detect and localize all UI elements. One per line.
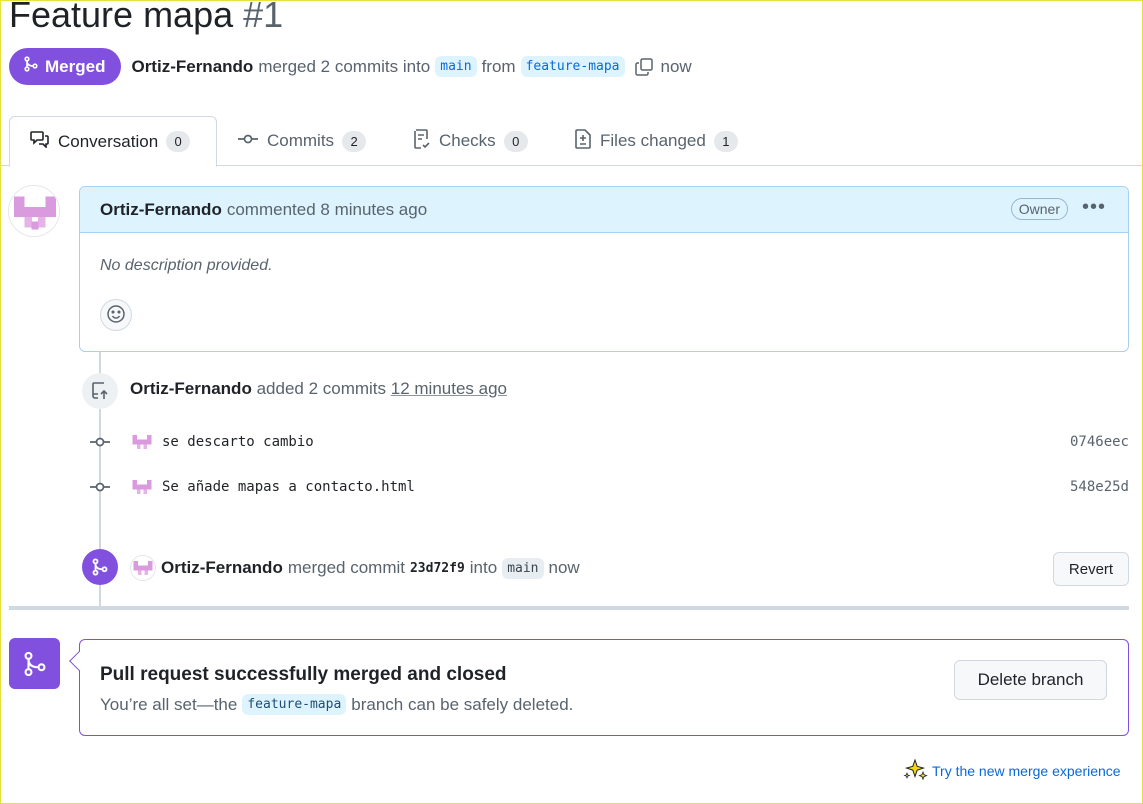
pr-number: #1: [243, 0, 284, 35]
avatar[interactable]: [130, 475, 154, 499]
merge-event-time: now: [548, 558, 580, 577]
merge-status-box: Pull request successfully merged and clo…: [69, 639, 1129, 736]
checklist-icon: [413, 128, 431, 154]
revert-button[interactable]: Revert: [1053, 552, 1129, 586]
merge-status-heading: Pull request successfully merged and clo…: [100, 664, 507, 685]
tab-files-changed[interactable]: Files changed 1: [574, 116, 738, 166]
page-title: Feature mapa #1: [9, 0, 283, 36]
into-text: into: [469, 558, 498, 577]
delete-branch-button[interactable]: Delete branch: [954, 660, 1107, 700]
base-branch-chip[interactable]: main: [435, 56, 477, 77]
commit-icon: [86, 435, 114, 449]
merge-action: merged commit: [287, 558, 405, 577]
event-author-link[interactable]: Ortiz-Fernando: [130, 379, 252, 398]
sparkle-icon: [903, 757, 929, 785]
tab-conversation-count: 0: [166, 131, 191, 152]
merge-sub-suffix: branch can be safely deleted.: [351, 694, 574, 714]
smiley-icon: [106, 304, 126, 327]
copy-icon[interactable]: [634, 57, 654, 77]
tab-commits[interactable]: Commits 2: [237, 116, 367, 166]
comment-author-link[interactable]: Ortiz-Fernando: [100, 200, 222, 220]
file-diff-icon: [574, 128, 592, 154]
merged-status-label: Merged: [45, 56, 106, 76]
head-branch-chip[interactable]: feature-mapa: [520, 56, 625, 77]
commit-icon: [237, 131, 259, 151]
pr-tabs: Conversation 0 Commits 2 Checks 0 Files …: [0, 116, 1143, 167]
tab-files-changed-count: 1: [713, 130, 738, 152]
merge-time: now: [660, 56, 692, 76]
tab-commits-count: 2: [342, 130, 367, 152]
pr-meta-row: Merged Ortiz-Fernando merged 2 commits i…: [9, 48, 692, 85]
commits-added-event: Ortiz-Fernando added 2 commits 12 minute…: [130, 379, 507, 399]
tab-checks-count: 0: [503, 130, 528, 152]
tab-checks[interactable]: Checks 0: [413, 116, 528, 166]
tab-commits-label: Commits: [267, 131, 335, 150]
merge-summary-text: merged 2 commits into: [258, 56, 431, 76]
merge-status-subtext: You’re all set—the feature-mapa branch c…: [100, 694, 573, 715]
tab-conversation[interactable]: Conversation 0: [9, 116, 217, 167]
avatar[interactable]: [8, 185, 60, 237]
avatar[interactable]: [130, 555, 156, 581]
commit-sha-link[interactable]: 0746eec: [1070, 434, 1129, 450]
merged-status-badge: Merged: [9, 48, 122, 85]
comment-box: Ortiz-Fernando commented 8 minutes ago O…: [79, 186, 1129, 352]
comment-action: commented 8 minutes ago: [226, 199, 428, 219]
from-text: from: [481, 56, 516, 76]
add-reaction-button[interactable]: [100, 299, 132, 331]
merge-sub-prefix: You’re all set—the: [100, 694, 238, 714]
avatar[interactable]: [130, 430, 154, 454]
merge-icon: [23, 56, 39, 77]
list-item: Se añade mapas a contacto.html 548e25d: [86, 473, 1129, 501]
owner-badge: Owner: [1010, 198, 1068, 220]
commit-sha-link[interactable]: 548e25d: [1070, 479, 1129, 495]
merge-status-icon: [9, 638, 60, 689]
tab-conversation-label: Conversation: [58, 131, 159, 151]
comment-body: No description provided.: [100, 257, 273, 274]
tab-files-changed-label: Files changed: [600, 131, 706, 150]
event-time-link[interactable]: 12 minutes ago: [391, 379, 507, 398]
repo-push-icon: [82, 373, 118, 409]
merge-summary: Ortiz-Fernando merged 2 commits into mai…: [131, 56, 692, 77]
list-item: se descarto cambio 0746eec: [86, 428, 1129, 456]
conversation-icon: [30, 130, 50, 153]
commit-message-link[interactable]: Se añade mapas a contacto.html: [162, 479, 415, 495]
tab-checks-label: Checks: [439, 131, 496, 150]
pr-title: Feature mapa: [9, 0, 234, 35]
commit-icon: [86, 480, 114, 494]
merge-box-pointer: [69, 651, 89, 671]
merge-branch-chip[interactable]: main: [502, 557, 544, 579]
event-action: added 2 commits: [256, 379, 387, 398]
commit-message-link[interactable]: se descarto cambio: [162, 434, 314, 450]
merge-event-icon: [82, 549, 118, 585]
merge-commit-sha-link[interactable]: 23d72f9: [410, 561, 465, 576]
try-new-merge-link[interactable]: Try the new merge experience: [903, 757, 1121, 785]
try-new-merge-label: Try the new merge experience: [932, 763, 1121, 779]
merge-author-link[interactable]: Ortiz-Fernando: [161, 558, 283, 578]
comment-header: Ortiz-Fernando commented 8 minutes ago: [80, 187, 1128, 233]
merge-sub-branch-chip[interactable]: feature-mapa: [242, 694, 347, 715]
timeline-divider: [9, 606, 1129, 610]
kebab-menu-icon[interactable]: •••: [1082, 197, 1106, 217]
merge-event: Ortiz-Fernando merged commit 23d72f9 int…: [130, 554, 580, 582]
author-link[interactable]: Ortiz-Fernando: [131, 57, 253, 77]
